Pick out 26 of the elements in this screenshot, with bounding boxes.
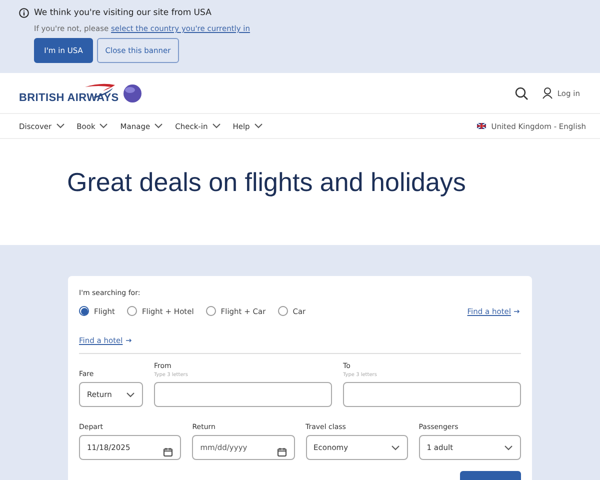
radio-button[interactable]	[206, 306, 216, 316]
page-title: Great deals on flights and holidays	[67, 167, 467, 198]
radio-button[interactable]	[79, 306, 89, 316]
chevron-down-icon	[504, 444, 513, 450]
search-icon[interactable]	[515, 86, 528, 100]
chevron-down-icon	[254, 123, 263, 129]
chevron-down-icon	[390, 444, 400, 450]
arrow-icon	[514, 308, 520, 314]
chevron-down-icon	[154, 123, 164, 129]
banner-message: We think you're visiting our site from USA	[34, 8, 212, 18]
arrow-icon	[126, 338, 132, 343]
calendar-icon[interactable]	[276, 447, 286, 457]
chevron-down-icon	[99, 123, 108, 129]
flag-icon	[477, 123, 486, 129]
to-field[interactable]	[343, 382, 521, 407]
chevron-down-icon	[126, 392, 135, 398]
globe-icon	[122, 84, 142, 102]
calendar-icon[interactable]	[163, 447, 174, 457]
user-icon[interactable]	[542, 87, 554, 99]
chevron-down-icon	[212, 123, 221, 129]
chevron-down-icon	[56, 123, 65, 129]
radio-button[interactable]	[278, 306, 288, 316]
info-icon	[19, 8, 29, 18]
radio-button[interactable]	[126, 306, 137, 316]
from-field[interactable]	[154, 382, 332, 407]
logo-text[interactable]: BRITISH AIRWAYS	[19, 92, 119, 104]
